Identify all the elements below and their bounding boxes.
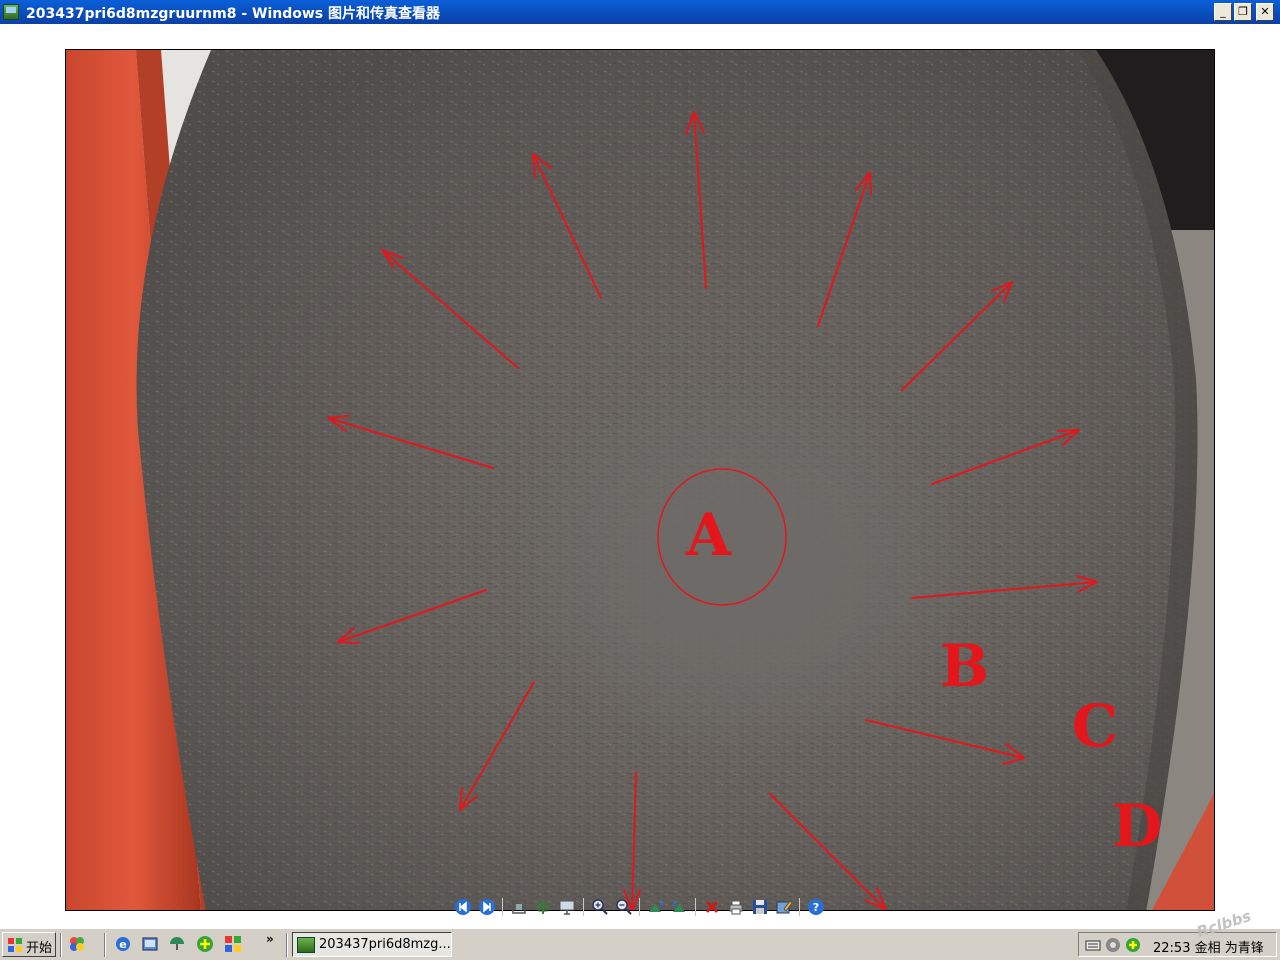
taskbar-separator — [104, 933, 106, 957]
restore-button[interactable]: ❐ — [1234, 3, 1252, 21]
title-bar[interactable]: 203437pri6d8mzgruurnm8 - Windows 图片和传真查看… — [0, 0, 1280, 24]
add-icon[interactable] — [1125, 937, 1141, 953]
label-a: A — [685, 501, 732, 569]
prev-image-icon[interactable] — [454, 898, 472, 916]
start-label: 开始 — [26, 941, 53, 956]
keyboard-icon[interactable] — [1085, 937, 1101, 953]
toolbar-separator — [695, 898, 696, 916]
toolbar-separator — [639, 898, 640, 916]
umbrella-icon[interactable] — [168, 935, 186, 953]
start-button[interactable]: 开始 — [2, 932, 56, 957]
quicklaunch-overflow[interactable]: » — [266, 932, 274, 946]
taskbar-separator — [60, 933, 62, 957]
picture-viewer-icon[interactable] — [3, 4, 19, 20]
edit-icon[interactable] — [775, 898, 793, 916]
rotate-counterclockwise-icon[interactable] — [671, 898, 689, 916]
app-grid-icon[interactable] — [224, 935, 242, 953]
rotate-clockwise-icon[interactable] — [647, 898, 665, 916]
butterfly-icon[interactable] — [68, 935, 86, 953]
svg-text:e: e — [119, 938, 126, 951]
slideshow-icon[interactable] — [558, 898, 576, 916]
actual-size-icon[interactable] — [534, 898, 552, 916]
taskbar-separator — [286, 933, 288, 957]
system-tray: 22:53 金相 为青锋 — [1078, 932, 1277, 957]
toolbar-separator — [502, 898, 503, 916]
label-b: B — [940, 632, 989, 700]
print-icon[interactable] — [727, 898, 745, 916]
clock[interactable]: 22:53 金相 为青锋 — [1153, 937, 1264, 956]
close-button[interactable]: ✕ — [1256, 3, 1274, 21]
add-icon[interactable] — [196, 935, 214, 953]
taskbar: 开始 e » 203437pri6d8mzg... 22:53 金相 为青锋 — [0, 928, 1280, 960]
delete-icon[interactable] — [703, 898, 721, 916]
help-icon[interactable]: ? — [807, 898, 825, 916]
zoom-in-icon[interactable] — [591, 898, 609, 916]
picture-viewer-icon — [297, 937, 315, 953]
minimize-button[interactable]: _ — [1214, 3, 1232, 21]
image-viewer-area: A B C D — [0, 24, 1280, 928]
next-image-icon[interactable] — [478, 898, 496, 916]
label-d: D — [1112, 792, 1162, 860]
displayed-photo: A B C D — [65, 49, 1215, 911]
save-icon[interactable] — [751, 898, 769, 916]
show-desktop-icon[interactable] — [141, 935, 159, 953]
windows-logo-icon — [8, 938, 22, 952]
toolbar-separator — [799, 898, 800, 916]
fracture-surface-image: A B C D — [66, 50, 1214, 910]
window-title: 203437pri6d8mzgruurnm8 - Windows 图片和传真查看… — [26, 6, 441, 22]
label-c: C — [1072, 692, 1118, 760]
volume-icon[interactable] — [1105, 937, 1121, 953]
best-fit-icon[interactable] — [510, 898, 528, 916]
taskbar-item-picture-viewer[interactable]: 203437pri6d8mzg... — [292, 932, 452, 957]
viewer-toolbar: ? — [0, 893, 1280, 921]
internet-explorer-icon[interactable]: e — [114, 935, 132, 953]
taskbar-item-label: 203437pri6d8mzg... — [319, 937, 451, 952]
toolbar-separator — [583, 898, 584, 916]
svg-text:?: ? — [813, 901, 819, 914]
zoom-out-icon[interactable] — [615, 898, 633, 916]
